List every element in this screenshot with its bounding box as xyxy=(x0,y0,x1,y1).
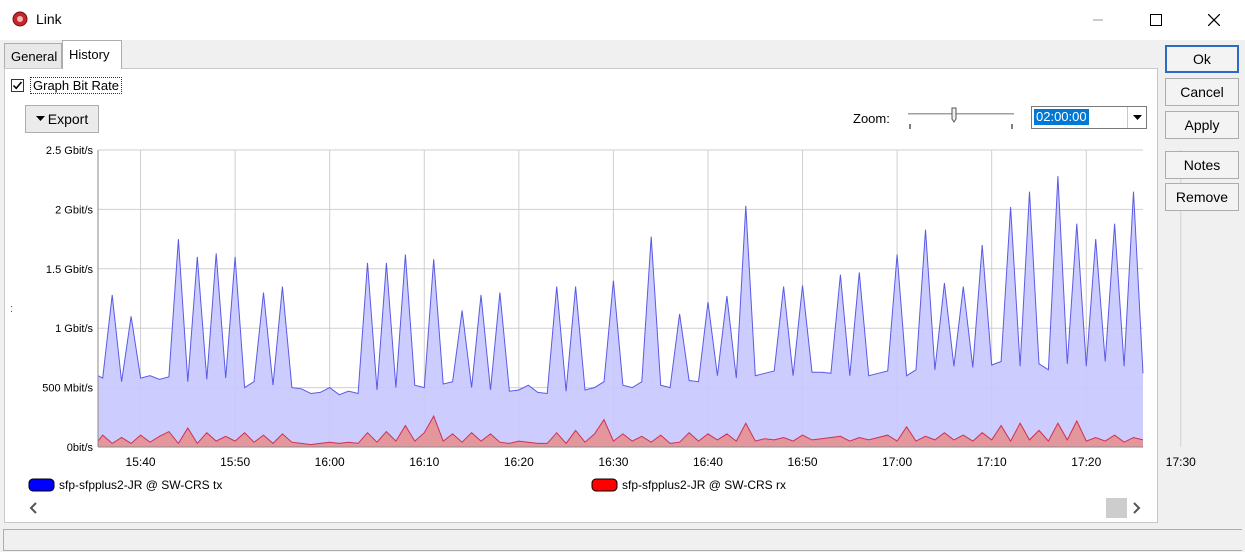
remove-button[interactable]: Remove xyxy=(1165,183,1239,211)
x-tick-label: 17:20 xyxy=(1071,455,1101,469)
ok-button[interactable]: Ok xyxy=(1165,45,1239,73)
status-bar xyxy=(3,529,1242,551)
cancel-button[interactable]: Cancel xyxy=(1165,78,1239,106)
scroll-right-icon xyxy=(1133,502,1141,514)
x-tick-label: 16:00 xyxy=(315,455,345,469)
legend-swatch xyxy=(591,478,618,492)
x-tick-label: 17:00 xyxy=(882,455,912,469)
legend-swatch xyxy=(28,478,55,492)
x-tick-label: 16:30 xyxy=(598,455,628,469)
x-tick-label: 16:50 xyxy=(788,455,818,469)
apply-button[interactable]: Apply xyxy=(1165,111,1239,139)
x-tick-label: 16:40 xyxy=(693,455,723,469)
x-tick-label: 17:10 xyxy=(977,455,1007,469)
y-tick-label: 500 Mbit/s xyxy=(42,383,93,395)
y-tick-label: 1 Gbit/s xyxy=(55,323,93,335)
x-tick-label: 16:10 xyxy=(409,455,439,469)
scroll-left-icon xyxy=(29,502,37,514)
x-tick-label: 15:50 xyxy=(220,455,250,469)
y-tick-label: 2.5 Gbit/s xyxy=(46,145,94,157)
y-tick-label: 0bit/s xyxy=(67,442,94,454)
scroll-thumb xyxy=(1106,498,1127,518)
traffic-chart: 0bit/s 500 Mbit/s 1 Gbit/s 1.5 Gbit/s 2 Gbit… xyxy=(22,136,1196,497)
splitter-grip[interactable]: : xyxy=(10,303,13,315)
y-tick-label: 2 Gbit/s xyxy=(55,204,93,216)
x-tick-label: 16:20 xyxy=(504,455,534,469)
horizontal-scrollbar[interactable] xyxy=(23,497,1149,519)
x-tick-label: 17:30 xyxy=(1166,455,1196,469)
legend-label: sfp-sfpplus2-JR @ SW-CRS tx xyxy=(59,478,222,492)
legend-label: sfp-sfpplus2-JR @ SW-CRS rx xyxy=(622,478,786,492)
y-tick-label: 1.5 Gbit/s xyxy=(46,264,94,276)
x-tick-label: 15:40 xyxy=(126,455,156,469)
notes-button[interactable]: Notes xyxy=(1165,151,1239,179)
